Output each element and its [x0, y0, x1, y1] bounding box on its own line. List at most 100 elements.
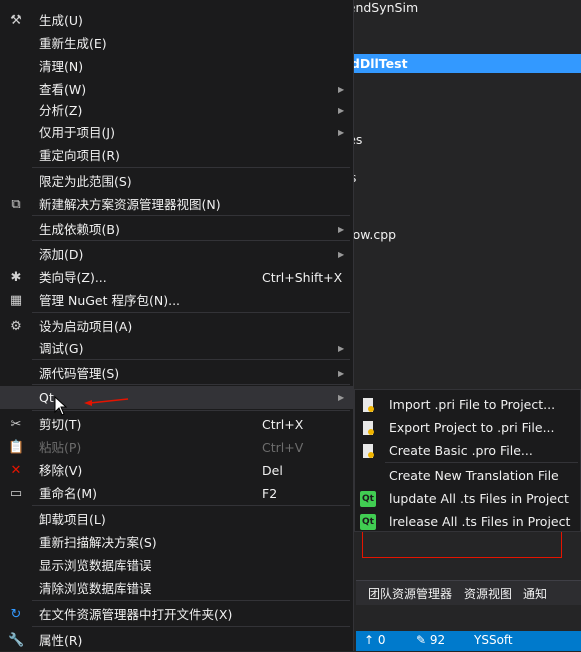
mouse-cursor-icon [54, 396, 68, 416]
menu-item[interactable]: ↻ 在文件资源管理器中打开文件夹(X) [0, 603, 353, 626]
menu-item[interactable]: 清除浏览数据库错误 [0, 577, 353, 600]
wrench-icon: 🔧 [8, 633, 25, 648]
build-icon: ⚒ [10, 13, 22, 28]
submenu-item[interactable]: Create Basic .pro File... [355, 439, 580, 462]
menu-item[interactable]: ▦ 管理 NuGet 程序包(N)... [0, 289, 353, 312]
status-bar: ↑ 0 ✎ 92 YSSoft [356, 631, 581, 651]
menu-item-label: 移除(V) [39, 463, 83, 478]
menu-item-shortcut: F2 [262, 486, 278, 501]
menu-item-shortcut: Del [262, 463, 283, 478]
menu-item[interactable]: 限定为此范围(S) [0, 170, 353, 193]
paste-icon: 📋 [8, 440, 25, 455]
submenu-arrow-icon: ▶ [338, 106, 345, 115]
menu-item-label: 重新生成(E) [39, 36, 107, 51]
new-view-icon: ⧉ [11, 197, 21, 212]
annotation-red-arrow [84, 398, 129, 406]
submenu-item[interactable]: Qt lupdate All .ts Files in Project [355, 487, 580, 510]
qt-icon: Qt [360, 491, 376, 507]
export-pri-icon [360, 420, 376, 436]
submenu-arrow-icon: ▶ [338, 344, 345, 353]
menu-item-label: 调试(G) [39, 341, 84, 356]
menu-item-label: 新建解决方案资源管理器视图(N) [39, 197, 221, 212]
submenu-item[interactable]: Import .pri File to Project... [355, 393, 580, 416]
menu-item-label: 限定为此范围(S) [39, 174, 132, 189]
submenu-arrow-icon: ▶ [338, 250, 345, 259]
menu-separator [32, 600, 350, 601]
menu-separator [32, 505, 350, 506]
menu-item[interactable]: 添加(D) ▶ [0, 243, 353, 266]
submenu-item[interactable]: Create New Translation File [355, 464, 580, 487]
menu-item[interactable]: 清理(N) [0, 55, 353, 78]
menu-separator [32, 167, 350, 168]
remove-icon: ✕ [10, 463, 22, 478]
menu-item-label: 添加(D) [39, 247, 84, 262]
status-branch[interactable]: YSSoft [474, 633, 513, 647]
submenu-item-label: Create New Translation File [389, 468, 559, 483]
menu-item-label: 仅用于项目(J) [39, 125, 115, 140]
submenu-arrow-icon: ▶ [338, 393, 345, 402]
status-edit-count: ✎ 92 [416, 633, 446, 647]
create-pro-icon [360, 443, 376, 459]
menu-item[interactable]: 查看(W) ▶ [0, 78, 353, 101]
menu-item[interactable]: ⚒ 生成(U) [0, 9, 353, 32]
menu-item-label: 源代码管理(S) [39, 366, 120, 381]
menu-item-label: 重命名(M) [39, 486, 98, 501]
menu-item[interactable]: 显示浏览数据库错误 [0, 554, 353, 577]
menu-item-label: 查看(W) [39, 82, 87, 97]
menu-item[interactable]: 重新扫描解决方案(S) [0, 531, 353, 554]
submenu-arrow-icon: ▶ [338, 225, 345, 234]
menu-item: 📋 粘贴(P) Ctrl+V [0, 436, 353, 459]
refresh-folder-icon: ↻ [10, 607, 22, 622]
qt-icon: Qt [360, 514, 376, 530]
nuget-icon: ▦ [9, 293, 23, 308]
menu-item[interactable]: 卸载项目(L) [0, 508, 353, 531]
menu-item[interactable]: 重定向项目(R) [0, 144, 353, 167]
submenu-separator [385, 462, 578, 463]
tab-1[interactable]: 团队资源管理器 [368, 585, 452, 602]
bottom-tab-bar: 团队资源管理器 资源视图 通知 [356, 580, 581, 605]
submenu-item-label: Create Basic .pro File... [389, 443, 533, 458]
submenu-arrow-icon: ▶ [338, 85, 345, 94]
menu-item[interactable]: ✕ 移除(V) Del [0, 459, 353, 482]
submenu-arrow-icon: ▶ [338, 369, 345, 378]
annotation-red-rectangle [362, 531, 562, 558]
menu-item[interactable]: ✂ 剪切(T) Ctrl+X [0, 413, 353, 436]
menu-item[interactable]: ✱ 类向导(Z)... Ctrl+Shift+X [0, 266, 353, 289]
menu-separator [32, 626, 350, 627]
menu-item-shortcut: Ctrl+Shift+X [262, 270, 343, 285]
menu-item-label: 粘贴(P) [39, 440, 82, 455]
menu-item-label: 卸载项目(L) [39, 512, 106, 527]
project-context-menu: ⚒ 生成(U) 重新生成(E) 清理(N) 查看(W) ▶ 分析(Z) ▶ 仅用于项目(J) ▶ 重… [0, 0, 354, 651]
menu-item[interactable]: ▭ 重命名(M) F2 [0, 482, 353, 505]
menu-item[interactable]: 生成依赖项(B) ▶ [0, 218, 353, 241]
gear-icon: ⚙ [10, 319, 22, 334]
tab-3[interactable]: 通知 [523, 585, 547, 602]
submenu-item[interactable]: Qt lrelease All .ts Files in Project [355, 510, 580, 533]
menu-item[interactable]: 仅用于项目(J) ▶ [0, 121, 353, 144]
menu-item-label: 显示浏览数据库错误 [39, 558, 152, 573]
menu-item-label: 生成依赖项(B) [39, 222, 120, 237]
tab-2[interactable]: 资源视图 [464, 585, 512, 602]
menu-item[interactable]: 分析(Z) ▶ [0, 99, 353, 122]
submenu-item[interactable]: Export Project to .pri File... [355, 416, 580, 439]
menu-item[interactable]: 🔧 属性(R) [0, 629, 353, 652]
menu-separator [32, 312, 350, 313]
menu-item[interactable]: ⚙ 设为启动项目(A) [0, 315, 353, 338]
menu-item-label: 生成(U) [39, 13, 83, 28]
menu-item-shortcut: Ctrl+X [262, 417, 304, 432]
submenu-item-label: lrelease All .ts Files in Project [389, 514, 571, 529]
menu-item[interactable]: 重新生成(E) [0, 32, 353, 55]
menu-item[interactable]: ⧉ 新建解决方案资源管理器视图(N) [0, 193, 353, 216]
menu-item-label: 在文件资源管理器中打开文件夹(X) [39, 607, 233, 622]
menu-item[interactable]: 调试(G) ▶ [0, 337, 353, 360]
menu-item[interactable]: 源代码管理(S) ▶ [0, 362, 353, 385]
status-up-count: ↑ 0 [364, 633, 386, 647]
menu-separator [32, 410, 350, 411]
menu-item[interactable]: Qt ▶ [0, 386, 353, 409]
menu-item-label: 属性(R) [39, 633, 83, 648]
menu-item-label: Qt [39, 390, 54, 405]
submenu-item-label: Import .pri File to Project... [389, 397, 556, 412]
submenu-item-label: Export Project to .pri File... [389, 420, 555, 435]
menu-item-shortcut: Ctrl+V [262, 440, 304, 455]
class-wizard-icon: ✱ [10, 270, 22, 285]
